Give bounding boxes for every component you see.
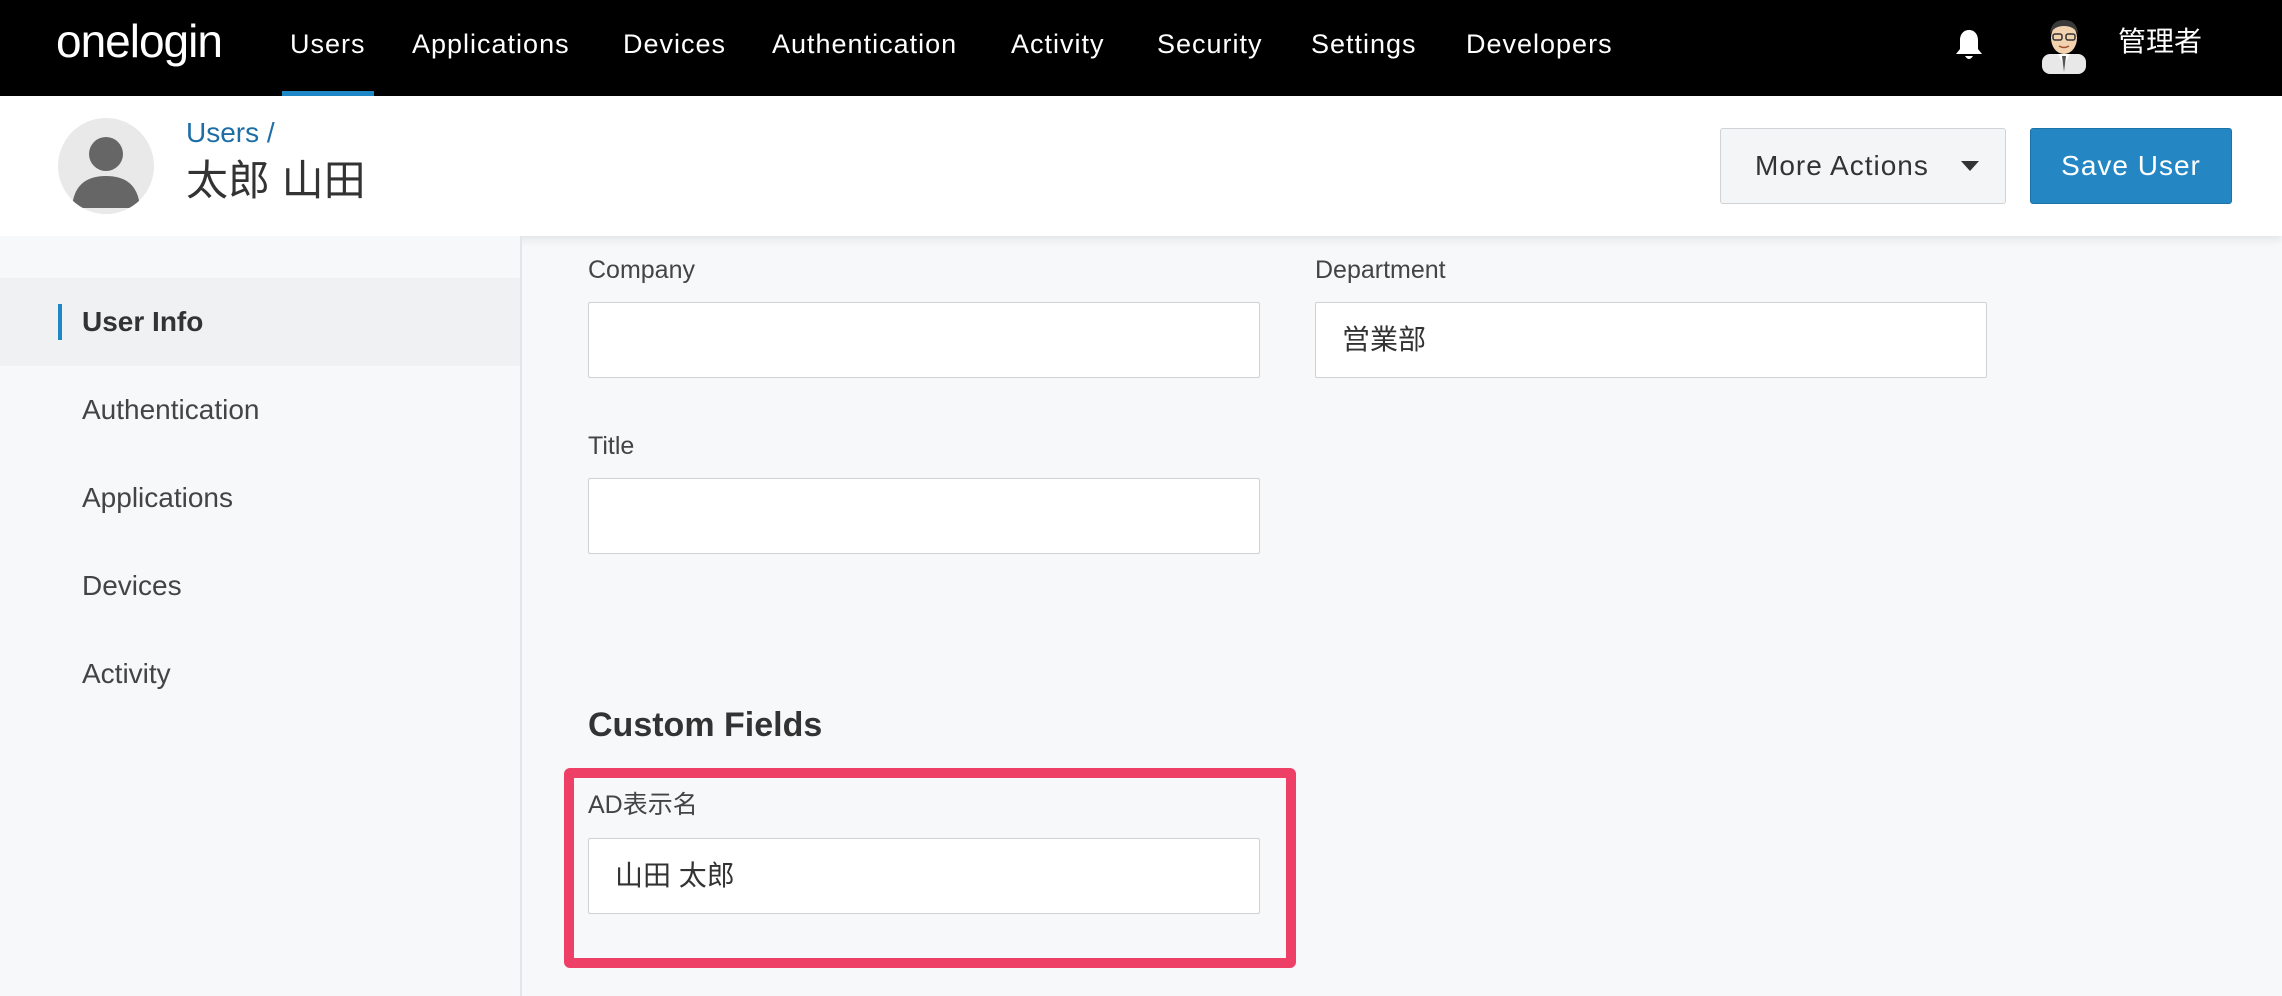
nav-authentication[interactable]: Authentication [772, 0, 957, 96]
admin-name[interactable]: 管理者 [2118, 22, 2202, 62]
top-navigation: onelogin Users Applications Devices Auth… [0, 0, 2282, 96]
breadcrumb[interactable]: Users / [186, 116, 275, 150]
user-header: Users / 太郎 山田 More Actions Save User [0, 96, 2282, 236]
sidebar-item-devices[interactable]: Devices [0, 542, 520, 630]
avatar-icon[interactable] [2038, 14, 2090, 74]
custom-fields-heading: Custom Fields [588, 706, 823, 744]
caret-down-icon [1961, 161, 1979, 171]
nav-developers[interactable]: Developers [1466, 0, 1613, 96]
sidebar: User Info Authentication Applications De… [0, 236, 522, 996]
sidebar-item-activity[interactable]: Activity [0, 630, 520, 718]
sidebar-item-applications[interactable]: Applications [0, 454, 520, 542]
department-field[interactable]: 営業部 [1315, 302, 1987, 378]
nav-devices[interactable]: Devices [623, 0, 726, 96]
title-label: Title [588, 432, 635, 460]
nav-users[interactable]: Users [282, 0, 373, 96]
department-label: Department [1315, 256, 1446, 284]
ad-display-name-field[interactable]: 山田 太郎 [588, 838, 1260, 914]
company-field[interactable] [588, 302, 1260, 378]
sidebar-item-user-info[interactable]: User Info [0, 278, 520, 366]
nav-settings[interactable]: Settings [1311, 0, 1417, 96]
user-avatar-icon [58, 118, 154, 214]
more-actions-label: More Actions [1755, 150, 1929, 181]
page-title: 太郎 山田 [186, 157, 366, 204]
more-actions-button[interactable]: More Actions [1720, 128, 2006, 204]
title-field[interactable] [588, 478, 1260, 554]
bell-icon[interactable] [1954, 28, 1984, 62]
nav-applications[interactable]: Applications [412, 0, 570, 96]
nav-security[interactable]: Security [1157, 0, 1263, 96]
ad-display-name-label: AD表示名 [588, 791, 698, 819]
save-user-button[interactable]: Save User [2030, 128, 2232, 204]
onelogin-logo[interactable]: onelogin [56, 16, 223, 66]
sidebar-item-authentication[interactable]: Authentication [0, 366, 520, 454]
company-label: Company [588, 256, 695, 284]
nav-activity[interactable]: Activity [1011, 0, 1105, 96]
